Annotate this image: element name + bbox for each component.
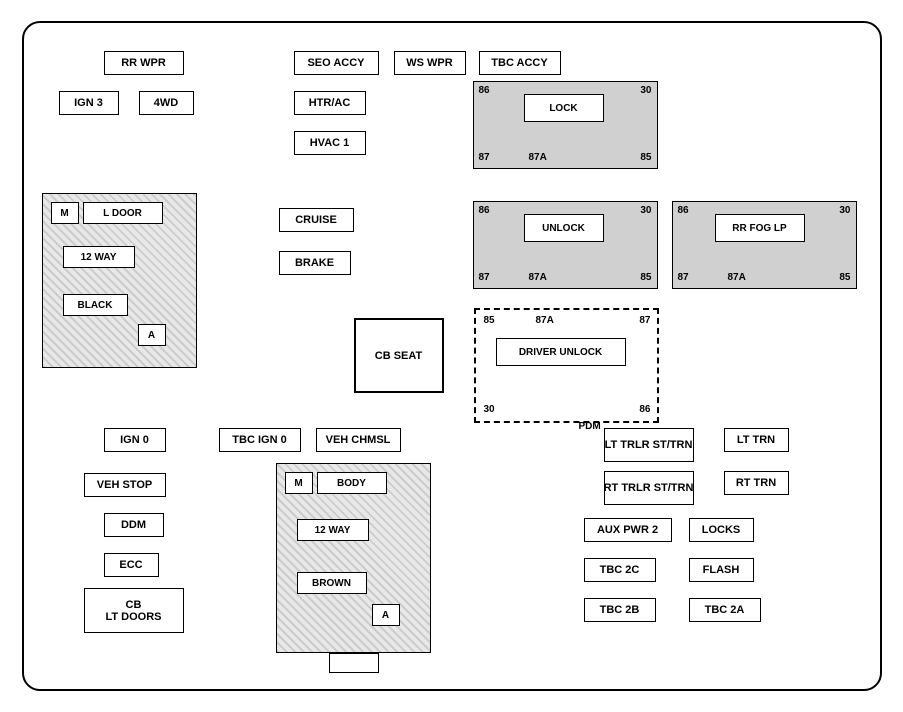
unlock-relay-box: 86 30 UNLOCK 87 87A 85 [473,201,658,289]
cb-lt-doors: CB LT DOORS [84,588,184,633]
lock-86: 86 [479,85,490,96]
cruise: CRUISE [279,208,354,232]
tbc-2c: TBC 2C [584,558,656,582]
ign3: IGN 3 [59,91,119,115]
body-label: BODY [317,472,387,494]
rt-trlr: RT TRLR ST/TRN [604,471,694,505]
a-right: A [372,604,400,626]
lock-relay-box: 86 30 LOCK 87 87A 85 [473,81,658,169]
tbc-2b: TBC 2B [584,598,656,622]
ws-wpr: WS WPR [394,51,466,75]
m-left: M [51,202,79,224]
aux-pwr2: AUX PWR 2 [584,518,672,542]
lock-87: 87 [479,152,490,163]
unlock-30: 30 [640,205,651,216]
brake: BRAKE [279,251,351,275]
rt-trn: RT TRN [724,471,789,495]
hvac1: HVAC 1 [294,131,366,155]
body-connector: M BODY 12 WAY BROWN A [276,463,431,653]
fog-30: 30 [839,205,850,216]
ddm: DDM [104,513,164,537]
rr-fog-label: RR FOG LP [715,214,805,242]
locks: LOCKS [689,518,754,542]
lock-85: 85 [640,152,651,163]
unlock-85: 85 [640,272,651,283]
rr-fog-relay-box: 86 30 RR FOG LP 87 87A 85 [672,201,857,289]
driver-unlock-relay: 85 87A 87 DRIVER UNLOCK 30 86 [476,310,659,423]
fuse-diagram: RR WPR SEO ACCY WS WPR TBC ACCY IGN 3 4W… [22,21,882,691]
cb-seat: CB SEAT [354,318,444,393]
ign0: IGN 0 [104,428,166,452]
htr-ac: HTR/AC [294,91,366,115]
du-86: 86 [639,404,650,415]
l-door-connector: M L DOOR 12 WAY BLACK A [42,193,197,368]
unlock-86: 86 [479,205,490,216]
l-door-label: L DOOR [83,202,163,224]
seo-accy: SEO ACCY [294,51,379,75]
fog-87a: 87A [728,272,746,283]
pdm-label: PDM [579,421,601,432]
lock-30: 30 [640,85,651,96]
tbc-2a: TBC 2A [689,598,761,622]
body-connector-tab [329,653,379,673]
fog-87: 87 [678,272,689,283]
fog-86: 86 [678,205,689,216]
rr-wpr: RR WPR [104,51,184,75]
12way-right: 12 WAY [297,519,369,541]
driver-unlock-label: DRIVER UNLOCK [496,338,626,366]
unlock-87: 87 [479,272,490,283]
lt-trlr: LT TRLR ST/TRN [604,428,694,462]
brown-label: BROWN [297,572,367,594]
m-right: M [285,472,313,494]
tbc-accy: TBC ACCY [479,51,561,75]
du-85: 85 [484,315,495,326]
fog-85: 85 [839,272,850,283]
du-30: 30 [484,404,495,415]
flash: FLASH [689,558,754,582]
lock-label: LOCK [524,94,604,122]
ecc: ECC [104,553,159,577]
du-87: 87 [639,315,650,326]
unlock-label: UNLOCK [524,214,604,242]
lt-trn: LT TRN [724,428,789,452]
du-87a: 87A [536,315,554,326]
a-left: A [138,324,166,346]
unlock-87a: 87A [529,272,547,283]
lock-87a: 87A [529,152,547,163]
tbc-ign0: TBC IGN 0 [219,428,301,452]
12way-left: 12 WAY [63,246,135,268]
veh-stop: VEH STOP [84,473,166,497]
pdm-box: 85 87A 87 DRIVER UNLOCK 30 86 [474,308,659,423]
veh-chmsl: VEH CHMSL [316,428,401,452]
black-label: BLACK [63,294,128,316]
fwd: 4WD [139,91,194,115]
